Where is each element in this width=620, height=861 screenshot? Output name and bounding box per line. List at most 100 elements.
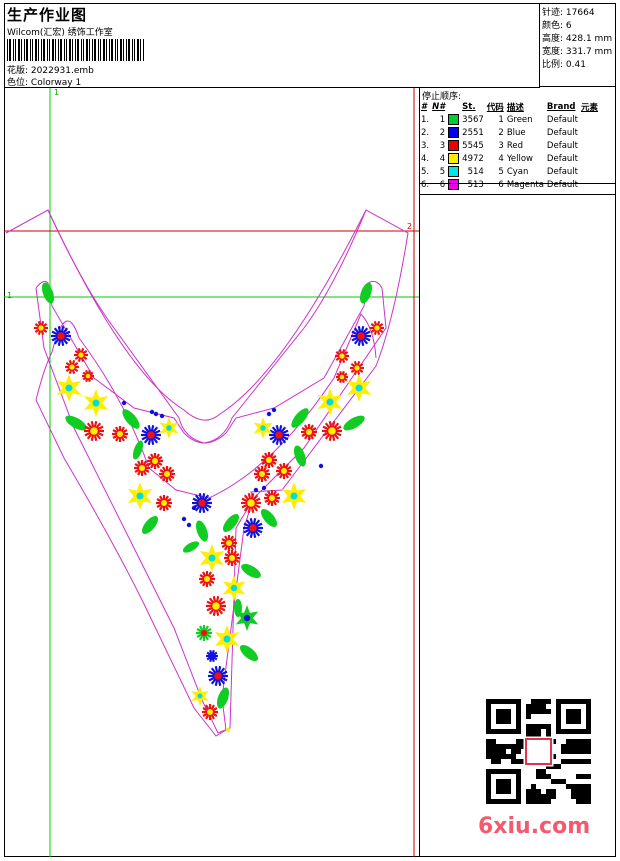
blue-flower [351,326,371,346]
yellow-flower [199,544,225,572]
row-brand: Default [546,153,578,164]
embroidery-design-area: 1 1 2 [4,88,420,857]
row-description: Green [506,114,533,125]
yellow-flower [346,374,372,402]
row-element [581,139,601,152]
yellow-flower [127,482,153,510]
red-flower [224,550,240,566]
bead-dot [159,413,165,419]
leaf [216,687,230,709]
width-stat: 宽度: 331.7 mm [542,44,612,57]
row-element [581,113,601,126]
bead-dot [266,411,272,417]
row-element [581,152,601,165]
row-swatch [448,113,462,126]
leaf [234,599,242,617]
colors-label: 颜色: [542,21,564,31]
red-flower [370,321,384,335]
color-swatch [448,127,460,138]
width-value: 331.7 mm [565,47,613,57]
row-swatch [448,165,462,178]
stop-table-second-rule [419,194,616,195]
row-swatch [448,126,462,139]
row-description: Magenta [506,179,544,190]
red-flower [199,571,215,587]
colors-stat: 颜色: 6 [542,18,572,31]
yellow-flower [214,625,240,653]
red-flower [112,426,128,442]
yellow-flower [83,389,109,417]
horizontal-guide-label-2: 2 [407,222,412,231]
leaf [293,445,307,467]
page-title: 生产作业图 [7,6,88,24]
row-needle: 3 [439,140,446,151]
row-code: 5 [498,166,504,177]
color-swatch [448,179,460,190]
colorway-label: 色位: [7,78,29,88]
leaf [41,282,55,304]
red-flower [206,596,226,616]
yellow-flower [222,575,246,601]
row-brand: Default [546,166,578,177]
row-index: 5. [421,166,430,177]
bead-dot [261,485,267,491]
blue-flower [269,425,289,445]
studio-name: Wilcom(汇宏) 绣饰工作室 [7,28,113,38]
colors-value: 6 [565,21,572,31]
color-swatch [448,166,460,177]
stitches-label: 针迹: [542,8,564,18]
leaf [182,541,200,553]
colorway-value: Colorway 1 [30,78,82,88]
row-swatch [448,178,462,191]
red-flower [335,349,349,363]
barcode-image [7,39,144,61]
row-swatch [448,139,462,152]
col-stitches-header: St. [462,101,476,112]
red-flower [202,704,218,720]
red-flower [84,421,104,441]
row-stitches: 513 [467,179,484,190]
horizontal-guide-label-1: 1 [7,291,12,300]
bead-dot [181,516,187,522]
leaf [359,282,373,304]
red-flower [147,453,163,469]
row-needle: 5 [439,166,446,177]
col-description-header: 描述 [506,102,524,113]
colorway-line: 色位: Colorway 1 [7,75,81,88]
red-flower [82,369,94,383]
row-needle: 6 [439,179,446,190]
red-flower [261,452,277,468]
stats-panel: 针迹: 17664 颜色: 6 高度: 428.1 mm 宽度: 331.7 m… [539,3,616,87]
row-code: 1 [498,114,504,125]
red-flower [159,466,175,482]
leaf [260,508,278,528]
row-needle: 4 [439,153,446,164]
leaf [343,415,365,431]
blue-flower [51,326,71,346]
height-stat: 高度: 428.1 mm [542,31,612,44]
row-code: 4 [498,153,504,164]
stop-sequence-row: 4. 4 4972 4 Yellow Default [421,152,601,165]
blue-sprig [206,649,218,663]
row-element [581,178,601,191]
scale-stat: 比例: 0.41 [542,57,586,70]
row-code: 6 [498,179,504,190]
bead-dot [186,522,192,528]
row-description: Blue [506,127,526,138]
green-flower [196,625,212,641]
stop-sequence-header-row: # N# St. 代码 描述 Brand 元素 [421,100,601,113]
stop-sequence-row: 1. 1 3567 1 Green Default [421,113,601,126]
height-label: 高度: [542,34,564,44]
row-element [581,126,601,139]
row-brand: Default [546,127,578,138]
red-flower [156,495,172,511]
blue-flower [141,425,161,445]
color-swatch [448,140,460,151]
scale-value: 0.41 [565,60,586,70]
leaf [141,515,159,535]
yellow-flower [281,482,307,510]
row-swatch [448,152,462,165]
bead-dot [253,487,259,493]
bead-dot [271,407,277,413]
stop-sequence-row: 3. 3 5545 3 Red Default [421,139,601,152]
